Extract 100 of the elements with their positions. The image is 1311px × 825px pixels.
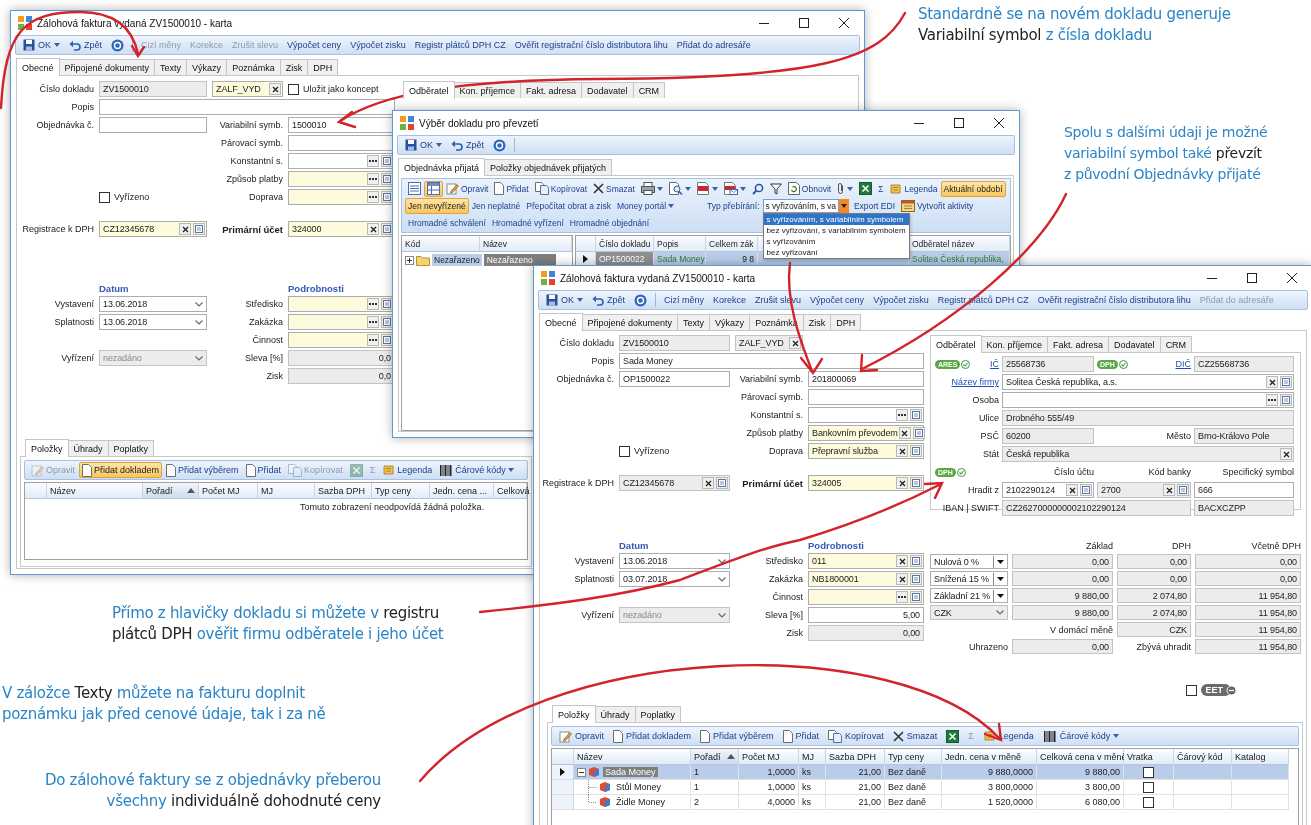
toolbar-button[interactable]: Přepočítat obrat a zisk <box>523 197 614 214</box>
input-field[interactable]: 2 074,80 <box>1117 588 1191 603</box>
tab[interactable]: Obecné <box>16 58 60 76</box>
toolbar-button[interactable]: Vytvořit aktivity <box>898 197 977 214</box>
clear-button[interactable] <box>1163 484 1175 496</box>
list-button[interactable] <box>910 555 922 567</box>
input-field[interactable]: 0,00 <box>1195 571 1301 586</box>
list-button[interactable] <box>716 477 728 489</box>
input-field[interactable]: Bankovním převodem <box>808 425 924 441</box>
browse-button[interactable] <box>367 298 379 310</box>
input-field[interactable]: 324000 <box>288 221 395 237</box>
toolbar-button[interactable]: Výpočet zisku <box>346 37 410 53</box>
list-button[interactable] <box>381 155 393 167</box>
toolbar-button[interactable]: Přidat <box>778 728 824 744</box>
checkbox[interactable] <box>288 83 299 95</box>
dropdown-option[interactable]: bez vyřizování <box>763 246 909 258</box>
clear-button[interactable] <box>898 427 911 439</box>
tab[interactable]: Objednávka přijatá <box>398 158 486 176</box>
dropdown-field[interactable]: 13.06.2018 <box>99 296 207 312</box>
toolbar-button[interactable]: Export EDI <box>850 197 898 214</box>
column-header[interactable]: Typ ceny <box>372 483 430 499</box>
toolbar-button[interactable]: Hromadné schválení <box>405 214 489 231</box>
dropdown-field[interactable]: Základní 21 % <box>930 588 1008 603</box>
toolbar-button[interactable]: Korekce <box>709 292 751 308</box>
toolbar-button[interactable]: Ověřit registrační číslo distributora lihu <box>510 37 672 53</box>
input-field[interactable]: 60200 <box>1002 428 1094 444</box>
toolbar-button[interactable]: Ověřit registrační číslo distributora lihu <box>1033 292 1195 308</box>
toolbar-button[interactable]: Výpočet ceny <box>806 292 869 308</box>
tab[interactable]: Poplatky <box>107 440 155 456</box>
toolbar-button[interactable]: Smazat <box>888 728 942 744</box>
tab[interactable]: Připojené dokumenty <box>58 59 156 75</box>
clear-button[interactable] <box>1266 376 1278 388</box>
toolbar-button[interactable]: Kopírovat <box>824 728 888 744</box>
input-field[interactable]: 324005 <box>808 475 924 491</box>
dropdown-field[interactable]: 13.06.2018 <box>99 314 207 330</box>
list-button[interactable] <box>381 173 393 185</box>
dropdown-button[interactable] <box>993 589 1006 602</box>
browse-button[interactable] <box>1266 394 1278 406</box>
input-field[interactable] <box>808 407 924 423</box>
tab[interactable]: Poznámka <box>226 59 281 75</box>
input-field[interactable]: Solitea Česká republika, a.s. <box>1002 374 1294 390</box>
toolbar-button[interactable]: Přidat dokladem <box>79 462 163 478</box>
input-field[interactable] <box>808 389 924 405</box>
clear-button[interactable] <box>896 445 908 457</box>
tree-item[interactable]: Nezařazeno <box>432 254 482 266</box>
toolbar-button[interactable]: Výpočet zisku <box>869 292 933 308</box>
column-header[interactable]: Název <box>47 483 143 499</box>
tab[interactable]: Fakt. adresa <box>520 82 583 98</box>
toolbar-button[interactable]: Výpočet ceny <box>283 37 346 53</box>
input-field[interactable]: OP1500022 <box>619 371 730 387</box>
column-header[interactable]: Odběratel název <box>909 236 1010 252</box>
input-field[interactable]: 0,00 <box>1117 571 1191 586</box>
input-field[interactable]: CZK <box>1117 622 1191 637</box>
list-button[interactable] <box>1280 394 1292 406</box>
tab[interactable]: Poplatky <box>634 706 682 722</box>
column-header[interactable]: Název <box>574 749 691 765</box>
input-field[interactable] <box>288 332 395 348</box>
input-field[interactable]: CZ12345678 <box>619 475 730 491</box>
column-header[interactable]: Pořadí <box>691 749 739 765</box>
input-field[interactable]: 11 954,80 <box>1195 639 1301 654</box>
dropdown-option[interactable]: bez vyřizování, s variabilním symbolem <box>763 224 909 236</box>
browse-button[interactable] <box>896 409 908 421</box>
input-field[interactable]: 9 880,00 <box>1012 605 1113 620</box>
toolbar-button[interactable]: Opravit <box>443 180 492 197</box>
input-field[interactable]: 0,00 <box>808 625 924 641</box>
tab[interactable]: Úhrady <box>594 706 636 722</box>
clear-button[interactable] <box>896 477 908 489</box>
input-field[interactable] <box>288 135 395 151</box>
input-field[interactable]: 011 <box>808 553 924 569</box>
input-field[interactable]: 0,00 <box>1012 571 1113 586</box>
toolbar-button[interactable]: Hromadné objednání <box>566 214 653 231</box>
input-field[interactable]: Brno-Královo Pole <box>1194 428 1294 444</box>
tab[interactable]: Fakt. adresa <box>1047 336 1110 352</box>
input-field[interactable]: 11 954,80 <box>1195 605 1301 620</box>
browse-button[interactable] <box>367 155 379 167</box>
checkbox[interactable] <box>99 191 110 203</box>
tab[interactable]: Dodavatel <box>1108 336 1161 352</box>
list-button[interactable] <box>1177 484 1189 496</box>
toolbar-button[interactable]: Zpět <box>447 137 489 153</box>
tab[interactable]: CRM <box>632 82 666 98</box>
input-field[interactable]: 0,00 <box>1012 554 1113 569</box>
input-field[interactable] <box>288 296 395 312</box>
input-field[interactable] <box>288 314 395 330</box>
input-field[interactable] <box>288 171 395 187</box>
input-field[interactable]: 2 074,80 <box>1117 605 1191 620</box>
toolbar-button[interactable]: Přidat <box>491 180 532 197</box>
tab[interactable]: Odběratel <box>930 335 982 353</box>
input-field[interactable]: 25568736 <box>1002 356 1094 372</box>
column-header[interactable]: Sazba DPH <box>315 483 372 499</box>
input-field[interactable] <box>808 589 924 605</box>
list-button[interactable] <box>1280 376 1292 388</box>
tab[interactable]: Položky objednávek přijatých <box>484 159 613 175</box>
dropdown-button[interactable] <box>993 572 1006 585</box>
input-field[interactable]: ZV1500010 <box>619 335 730 351</box>
input-field[interactable]: 0,00 <box>1012 639 1113 654</box>
dropdown-option[interactable]: s vyřizováním <box>763 235 909 247</box>
toolbar-button[interactable] <box>405 180 424 197</box>
dropdown-field[interactable]: s vyřizováním, s va <box>762 198 839 213</box>
input-field[interactable]: 0,00 <box>1117 554 1191 569</box>
browse-button[interactable] <box>896 591 908 603</box>
